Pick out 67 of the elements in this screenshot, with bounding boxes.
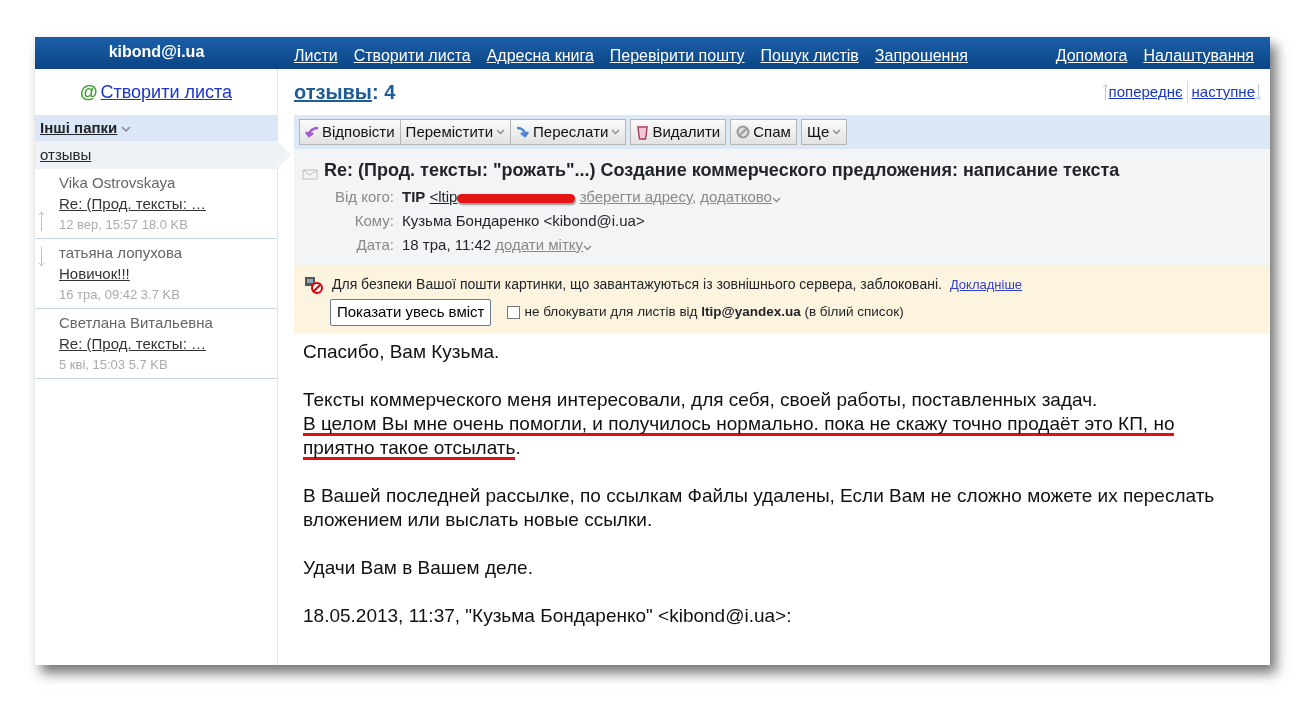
reply-arrow-icon <box>305 126 319 138</box>
message-paragraph: В Вашей последней рассылке, по ссылкам Файлы удалены, Если Вам не сложно можете их переслать вложением или выслать новые ссылки. <box>303 483 1216 532</box>
message-sender: татьяна лопухова <box>59 243 184 263</box>
message-count: : 4 <box>371 80 396 105</box>
caret-icon <box>121 125 132 133</box>
message-paragraph: Спасибо, Вам Кузьма. <box>303 339 501 364</box>
message-item[interactable]: татьяна лопухова Новичок!!! 16 тра, 09:42 3.7 KB <box>35 239 277 309</box>
pager-link[interactable]: попереднє <box>1108 80 1183 104</box>
checkbox[interactable] <box>507 305 521 319</box>
message-meta: 12 вер, 15:57 18.0 KB <box>59 216 189 234</box>
field-value: 18 тра, 11:42 <box>402 236 492 253</box>
sender-name: TIP <box>402 188 426 205</box>
caret-icon <box>496 129 506 135</box>
nav-link[interactable]: Створити листа <box>353 37 471 69</box>
message-subject-link[interactable]: Re: (Прод. тексты: … <box>59 335 206 352</box>
message-subject: Re: (Прод. тексты: "рожать"...) Создание коммерческого предложения: написание текста <box>324 159 1120 181</box>
message-item[interactable]: Vika Ostrovskaya Re: (Прод. тексты: … 12 вер, 15:57 18.0 KB <box>35 169 277 239</box>
forward-arrow-icon <box>516 126 531 138</box>
up-arrow-icon <box>38 211 45 232</box>
caret-icon <box>611 129 621 135</box>
message-subject-link[interactable]: Новичок!!! <box>59 265 130 282</box>
message-subject-link[interactable]: Re: (Прод. тексты: … <box>59 195 206 212</box>
compose-link[interactable]: Створити листа <box>100 78 233 106</box>
message-paragraph: 18.05.2013, 11:37, "Кузьма Бондаренко" <kibond@i.ua>: <box>303 603 793 628</box>
field-label: Дата: <box>355 235 395 255</box>
folder-title-link[interactable]: отзывы <box>294 77 372 107</box>
message-meta: 16 тра, 09:42 3.7 KB <box>59 286 181 304</box>
down-arrow-icon <box>38 247 45 268</box>
toolbar-button[interactable]: Відповісти <box>299 119 401 145</box>
nav-link[interactable]: Пошук листів <box>760 37 859 69</box>
caret-icon <box>583 245 593 251</box>
field-label: Кому: <box>353 211 395 231</box>
toolbar-button[interactable]: Спам <box>730 119 797 145</box>
details-link[interactable]: Докладніше <box>949 274 1023 295</box>
toolbar-button[interactable]: Видалити <box>630 119 727 145</box>
message-paragraph: Удачи Вам в Вашем деле. <box>303 555 534 580</box>
toolbar-button[interactable]: Перемістити <box>400 119 512 145</box>
nav-link[interactable]: Допомога <box>1055 37 1128 69</box>
down-arrow-icon <box>1255 84 1262 100</box>
blocked-icon <box>736 125 751 139</box>
field-label: Від кого: <box>334 187 395 207</box>
message-sender: Vika Ostrovskaya <box>59 173 177 193</box>
sender-address[interactable]: <ltip <box>429 188 458 205</box>
caret-icon <box>771 197 781 203</box>
field-value: Кузьма Бондаренко <kibond@i.ua> <box>402 212 645 229</box>
message-item[interactable]: Светлана Витальевна Re: (Прод. тексты: … 5 кві, 15:03 5.7 KB <box>35 309 277 379</box>
caret-icon <box>832 129 842 135</box>
nav-link[interactable]: Налаштування <box>1143 37 1254 69</box>
warning-text: Для безпеки Вашої пошти картинки, що завантажуються із зовнішнього сервера, заблоковані. <box>332 275 942 294</box>
at-sign: @ <box>79 80 98 104</box>
account-name: kibond@i.ua <box>107 42 206 62</box>
blocked-image-icon <box>304 275 324 294</box>
nav-link[interactable]: Перевірити пошту <box>609 37 745 69</box>
nav-link[interactable]: Листи <box>294 37 338 69</box>
show-content-button[interactable]: Показати увесь вміст <box>330 299 492 326</box>
nav-link[interactable]: Запрошення <box>874 37 968 69</box>
message-meta: 5 кві, 15:03 5.7 KB <box>59 356 169 374</box>
up-arrow-icon <box>1101 84 1109 100</box>
folders-header[interactable]: Інші папки <box>35 115 277 141</box>
pager-link[interactable]: наступне <box>1191 80 1255 104</box>
toolbar-button[interactable]: Ще <box>800 119 848 145</box>
envelope-icon <box>302 167 318 181</box>
checkbox-label: не блокувати для листів від ltip@yandex.ua (в білий список) <box>524 303 904 322</box>
toolbar-button[interactable]: Переслати <box>511 119 627 145</box>
trash-icon <box>636 124 650 140</box>
nav-link[interactable]: Адресна книга <box>486 37 594 69</box>
message-sender: Светлана Витальевна <box>59 313 214 333</box>
